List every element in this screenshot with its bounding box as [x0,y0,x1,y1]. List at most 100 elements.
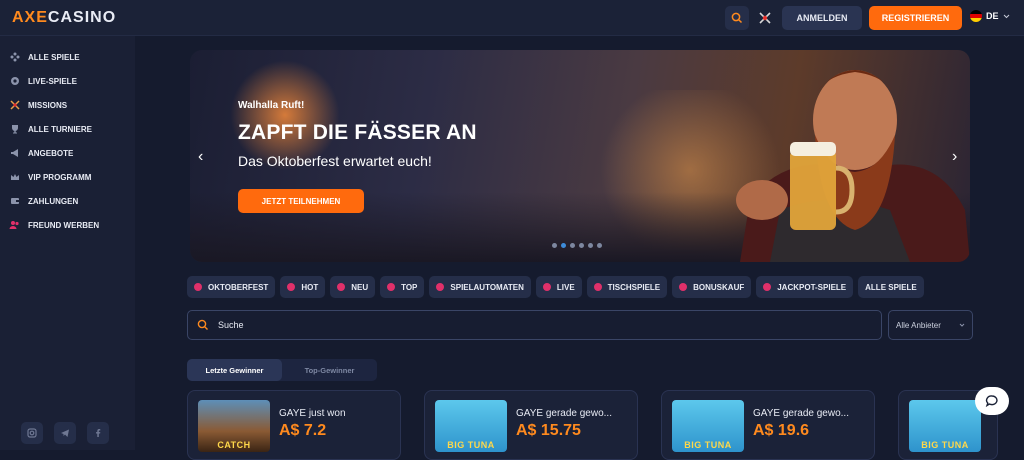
promo-banner[interactable]: Walhalla Ruft! ZAPFT DIE FÄSSER AN Das O… [190,50,970,262]
cherry-icon [436,283,445,291]
category-table-games[interactable]: TISCHSPIELE [586,276,668,298]
provider-select[interactable]: Alle Anbieter [888,310,973,340]
chevron-left-icon[interactable]: ‹ [198,148,203,166]
crossed-axes-icon [9,100,20,111]
sidebar-item-vip[interactable]: VIP PROGRAMM [0,165,135,189]
chevron-right-icon[interactable]: › [952,148,957,166]
category-label: TISCHSPIELE [607,282,661,292]
category-label: JACKPOT-SPIELE [777,282,847,292]
banner-subtitle: Das Oktoberfest erwartet euch! [238,153,432,169]
tab-top-winners[interactable]: Top-Gewinner [282,359,377,381]
search-input[interactable]: Suche [187,310,882,340]
winner-name: GAYE just won [279,408,346,419]
sidebar-item-offers[interactable]: ANGEBOTE [0,141,135,165]
sidebar-item-label: ZAHLUNGEN [28,196,79,206]
game-thumbnail-text: BIG TUNA [684,440,732,450]
telegram-icon[interactable] [54,422,76,444]
sidebar-item-label: MISSIONS [28,100,68,110]
live-chat-button[interactable] [975,387,1009,415]
live-icon [9,76,20,87]
live-icon [542,283,551,291]
banner-title: ZAPFT DIE FÄSSER AN [238,121,477,144]
category-hot[interactable]: HOT [280,276,326,298]
winner-amount: A$ 7.2 [279,422,327,439]
tab-latest-winners[interactable]: Letzte Gewinner [187,359,282,381]
new-icon [337,283,346,291]
missions-button[interactable] [753,6,777,30]
logo[interactable]: AXECASINO [12,9,116,27]
sidebar-item-tournaments[interactable]: ALLE TURNIERE [0,117,135,141]
carousel-dot[interactable] [552,243,557,248]
sidebar-item-all-games[interactable]: ALLE SPIELE [0,45,135,69]
login-button[interactable]: ANMELDEN [782,6,862,30]
sidebar-item-label: ANGEBOTE [28,148,74,158]
game-thumbnail[interactable]: CATCH [198,400,270,452]
category-label: OKTOBERFEST [208,282,269,292]
carousel-dot-active[interactable] [561,243,566,248]
sidebar-item-label: LIVE-SPIELE [28,76,77,86]
social-links [21,422,109,444]
wallet-icon [9,196,20,207]
banner-kicker: Walhalla Ruft! [238,100,305,111]
carousel-dot[interactable] [570,243,575,248]
carousel-dot[interactable] [588,243,593,248]
sidebar: ALLE SPIELE LIVE-SPIELE MISSIONS ALLE TU… [0,36,135,450]
category-label: ALLE SPIELE [865,282,917,292]
category-slots[interactable]: SPIELAUTOMATEN [429,276,531,298]
sidebar-item-refer-friend[interactable]: FREUND WERBEN [0,213,135,237]
crossed-axes-icon [759,12,771,24]
category-new[interactable]: NEU [330,276,376,298]
game-thumbnail[interactable]: BIG TUNA [909,400,981,452]
sidebar-item-label: VIP PROGRAMM [28,172,92,182]
search-button[interactable] [725,6,749,30]
winner-tabs: Letzte Gewinner Top-Gewinner [187,359,377,381]
viking-with-beer-image [736,70,970,262]
gift-icon [679,283,688,291]
cards-icon [593,283,602,291]
category-live[interactable]: LIVE [535,276,582,298]
chevron-down-icon [1003,14,1009,18]
sidebar-item-label: ALLE TURNIERE [28,124,92,134]
grid-icon [9,52,20,63]
winner-amount: A$ 15.75 [516,422,581,439]
beer-icon [194,283,202,291]
logo-axe: AXE [12,9,48,26]
category-bonus-buy[interactable]: BONUSKAUF [672,276,752,298]
sidebar-item-payments[interactable]: ZAHLUNGEN [0,189,135,213]
seven-icon [763,283,772,291]
category-filters: OKTOBERFEST HOT NEU TOP SPIELAUTOMATEN L… [187,276,924,298]
carousel-dot[interactable] [597,243,602,248]
winner-amount: A$ 19.6 [753,422,810,439]
winner-name: GAYE gerade gewo... [753,408,849,419]
chevron-down-icon [959,323,965,327]
carousel-dots [552,243,602,248]
chat-bubble-icon [985,395,998,408]
game-thumbnail[interactable]: BIG TUNA [672,400,744,452]
facebook-icon[interactable] [87,422,109,444]
carousel-dot[interactable] [579,243,584,248]
instagram-icon[interactable] [21,422,43,444]
sidebar-item-live-games[interactable]: LIVE-SPIELE [0,69,135,93]
crown-icon [9,172,20,183]
winner-name: GAYE gerade gewo... [516,408,612,419]
category-jackpot[interactable]: JACKPOT-SPIELE [756,276,854,298]
search-icon [731,12,743,24]
game-thumbnail-text: CATCH [217,440,251,450]
search-icon [197,319,208,330]
language-code: DE [986,11,999,21]
category-label: HOT [301,282,319,292]
language-selector[interactable]: DE [970,10,1010,22]
category-oktoberfest[interactable]: OKTOBERFEST [187,276,276,298]
category-top[interactable]: TOP [380,276,425,298]
category-all-games[interactable]: ALLE SPIELE [858,276,924,298]
join-now-button[interactable]: JETZT TEILNEHMEN [238,189,364,213]
sidebar-item-label: FREUND WERBEN [28,220,100,230]
game-thumbnail[interactable]: BIG TUNA [435,400,507,452]
category-label: TOP [401,282,418,292]
logo-casino: CASINO [47,9,117,26]
game-thumbnail-text: BIG TUNA [447,440,495,450]
provider-selected: Alle Anbieter [896,320,941,330]
register-button[interactable]: REGISTRIEREN [869,6,962,30]
sidebar-item-missions[interactable]: MISSIONS [0,93,135,117]
trophy-icon [9,124,20,135]
